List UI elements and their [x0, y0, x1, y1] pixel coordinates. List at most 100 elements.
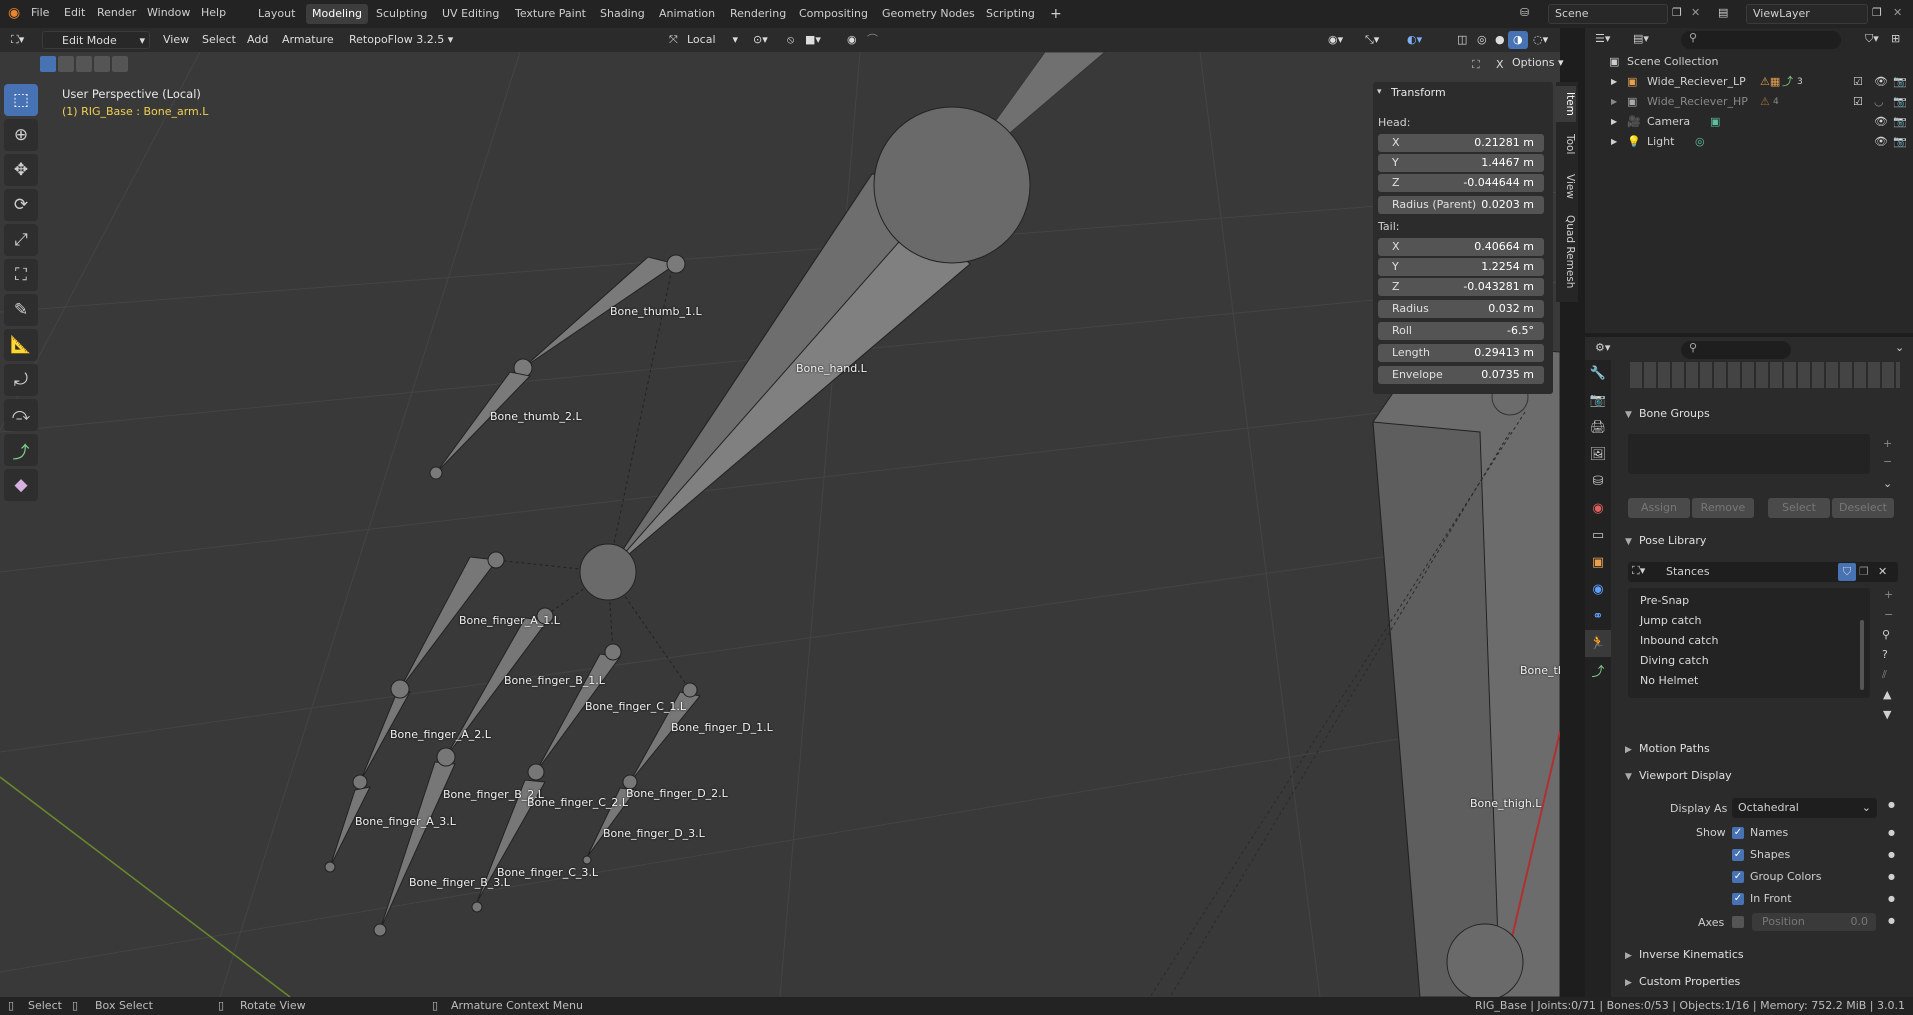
expand-arrow-icon[interactable]: ▶ — [1611, 72, 1617, 92]
tab-view[interactable]: View — [1556, 168, 1576, 204]
bone-size-tool-icon[interactable]: ⤼ — [4, 399, 38, 431]
remove-pose-icon[interactable]: − — [1884, 608, 1893, 621]
tab-compositing[interactable]: Compositing — [793, 4, 874, 24]
motion-paths-header[interactable]: ▶ Motion Paths — [1625, 738, 1905, 760]
npanel-pin-icon[interactable]: ⛶ — [1472, 58, 1480, 72]
cursor-tool-icon[interactable]: ⊕ — [4, 119, 38, 151]
expand-arrow-icon[interactable]: ▶ — [1611, 112, 1617, 132]
outliner-row[interactable]: ▶ 💡 Light ◎ 👁 📷 — [1585, 132, 1913, 152]
options-button[interactable]: Options ▾ — [1512, 56, 1563, 69]
tail-z-field[interactable]: Z -0.043281 m — [1378, 278, 1544, 296]
outliner-row[interactable]: ▶ 🎥 Camera ▣ 👁 📷 — [1585, 112, 1913, 132]
names-checkbox[interactable]: ✓ Names — [1732, 826, 1788, 839]
eye-icon[interactable]: 👁 — [1874, 72, 1888, 92]
menu-help[interactable]: Help — [201, 6, 226, 19]
axes-checkbox[interactable] — [1732, 916, 1744, 928]
collection-props-icon[interactable]: ▭ — [1585, 522, 1611, 549]
xray-icon[interactable]: ◫ — [1452, 31, 1472, 49]
in-front-checkbox[interactable]: ✓ In Front — [1732, 892, 1792, 905]
orientation-selector[interactable]: Local ▾ — [682, 31, 740, 49]
keyframe-dot-icon[interactable]: ● — [1888, 872, 1895, 881]
scale-tool-icon[interactable]: ⤢ — [4, 224, 38, 256]
tab-item[interactable]: Item — [1556, 86, 1576, 122]
filter-icon[interactable]: ⛉▾ — [1865, 32, 1879, 46]
extrude-tool-icon[interactable]: ⤴ — [4, 434, 38, 466]
solid-shading-icon[interactable]: ● — [1490, 31, 1510, 49]
tab-rendering[interactable]: Rendering — [724, 4, 792, 24]
checkbox-icon[interactable]: ☑ — [1853, 92, 1863, 112]
material-shading-icon[interactable]: ◑ — [1508, 31, 1528, 49]
expand-arrow-icon[interactable]: ▶ — [1611, 132, 1617, 152]
rendered-shading-icon[interactable]: ◌▾ — [1528, 31, 1553, 49]
view-layer-props-icon[interactable]: 🖼 — [1585, 441, 1611, 468]
proportional-edit-icon[interactable]: ◉ — [842, 31, 862, 49]
outliner-editor-icon[interactable]: ☰▾ — [1595, 32, 1610, 45]
pose-library-selector[interactable]: ⛶▾ Stances ⛉ ❐ ✕ — [1628, 562, 1898, 582]
tab-modeling[interactable]: Modeling — [306, 4, 369, 24]
view-layer-icon[interactable]: ▤ — [1718, 6, 1728, 19]
action-icon[interactable]: ⛶▾ — [1632, 564, 1645, 578]
roll-field[interactable]: Roll -6.5° — [1378, 322, 1544, 340]
chevron-down-icon[interactable]: ⌄ — [1883, 477, 1892, 490]
tail-x-field[interactable]: X 0.40664 m — [1378, 238, 1544, 256]
tab-scripting[interactable]: Scripting — [980, 4, 1041, 24]
menu-render[interactable]: Render — [97, 6, 136, 19]
copy-icon[interactable]: ❐ — [1859, 565, 1869, 578]
custom-properties-header[interactable]: ▶ Custom Properties — [1625, 971, 1905, 993]
envelope-tool-icon[interactable]: ◆ — [4, 469, 38, 501]
keyframe-dot-icon[interactable]: ● — [1888, 850, 1895, 859]
scene-icon[interactable]: ⛁ — [1520, 6, 1529, 19]
snap-target-icon[interactable]: ■▾ — [800, 31, 826, 49]
deselect-button[interactable]: Deselect — [1832, 498, 1894, 518]
outliner-row[interactable]: ▶ ▣ Wide_Reciever_HP ⚠ 4 ☑ ◡ 📷 — [1585, 92, 1913, 112]
remove-button[interactable]: Remove — [1692, 498, 1754, 518]
world-props-icon[interactable]: ◉ — [1585, 495, 1611, 522]
camera-render-icon[interactable]: 📷 — [1893, 112, 1907, 132]
measure-tool-icon[interactable]: 📐 — [4, 329, 38, 361]
viewport-display-header[interactable]: ▼ Viewport Display — [1625, 765, 1905, 787]
bone-hand[interactable] — [579, 52, 1106, 601]
retopoflow-menu[interactable]: RetopoFlow 3.2.5 ▾ — [344, 31, 458, 49]
camera-render-icon[interactable]: 📷 — [1893, 72, 1907, 92]
annotate-tool-icon[interactable]: ✎ — [4, 294, 38, 326]
tab-tool[interactable]: Tool — [1556, 126, 1576, 162]
select-box-tool-icon[interactable]: ⬚ — [4, 84, 38, 116]
overlay-icon[interactable]: ◐▾ — [1402, 31, 1427, 49]
display-mode-icon[interactable]: ▤▾ — [1633, 32, 1649, 45]
sanitize-icon[interactable]: ? — [1882, 648, 1888, 661]
tab-quad-remesh[interactable]: Quad Remesh — [1556, 212, 1576, 292]
select-new-icon[interactable] — [40, 56, 56, 72]
checkbox-icon[interactable]: ☑ — [1853, 72, 1863, 92]
pivot-icon[interactable]: ⊙▾ — [748, 31, 773, 49]
radius-field[interactable]: Radius 0.032 m — [1378, 300, 1544, 318]
tab-animation[interactable]: Animation — [653, 4, 721, 24]
menu-add[interactable]: Add — [242, 31, 273, 49]
move-down-icon[interactable]: ▼ — [1883, 708, 1891, 721]
bone-thigh[interactable] — [1149, 341, 1560, 997]
shapes-checkbox[interactable]: ✓ Shapes — [1732, 848, 1790, 861]
move-up-icon[interactable]: ▲ — [1883, 688, 1891, 701]
pose-item[interactable]: Jump catch — [1640, 614, 1702, 627]
bone-collection-grid[interactable] — [1630, 362, 1900, 388]
head-y-field[interactable]: Y 1.4467 m — [1378, 154, 1544, 172]
pose-item[interactable]: Pre-Snap — [1640, 594, 1689, 607]
add-workspace-button[interactable]: + — [1044, 4, 1068, 24]
panel-collapse-icon[interactable]: ▾ — [1377, 87, 1382, 97]
3d-viewport[interactable]: Bone_thumb_1.L Bone_thumb_2.L Bone_hand.… — [0, 52, 1560, 997]
armature-data-props-icon[interactable]: 🏃 — [1585, 630, 1611, 657]
copy-view-layer-icon[interactable]: ❐ — [1872, 6, 1882, 19]
outliner-search-input[interactable]: ⚲ — [1681, 31, 1841, 49]
keyframe-dot-icon[interactable]: ● — [1888, 894, 1895, 903]
add-pose-icon[interactable]: + — [1884, 588, 1893, 601]
transform-title[interactable]: Transform — [1391, 86, 1446, 99]
visibility-icon[interactable]: ◉▾ — [1323, 31, 1348, 49]
bone-props-icon[interactable]: ⤴ — [1585, 657, 1611, 684]
scene-selector[interactable]: Scene — [1548, 4, 1668, 24]
eye-icon[interactable]: 👁 — [1874, 132, 1888, 152]
new-collection-icon[interactable]: ⊞ — [1891, 32, 1900, 45]
scene-collection-row[interactable]: ▣ Scene Collection — [1585, 52, 1913, 72]
constraints-props-icon[interactable]: ⚭ — [1585, 603, 1611, 630]
mode-selector[interactable]: Edit Mode ▾ — [42, 31, 150, 49]
keyframe-dot-icon[interactable]: ● — [1888, 828, 1895, 837]
properties-options-icon[interactable]: ⌄ — [1895, 341, 1904, 354]
